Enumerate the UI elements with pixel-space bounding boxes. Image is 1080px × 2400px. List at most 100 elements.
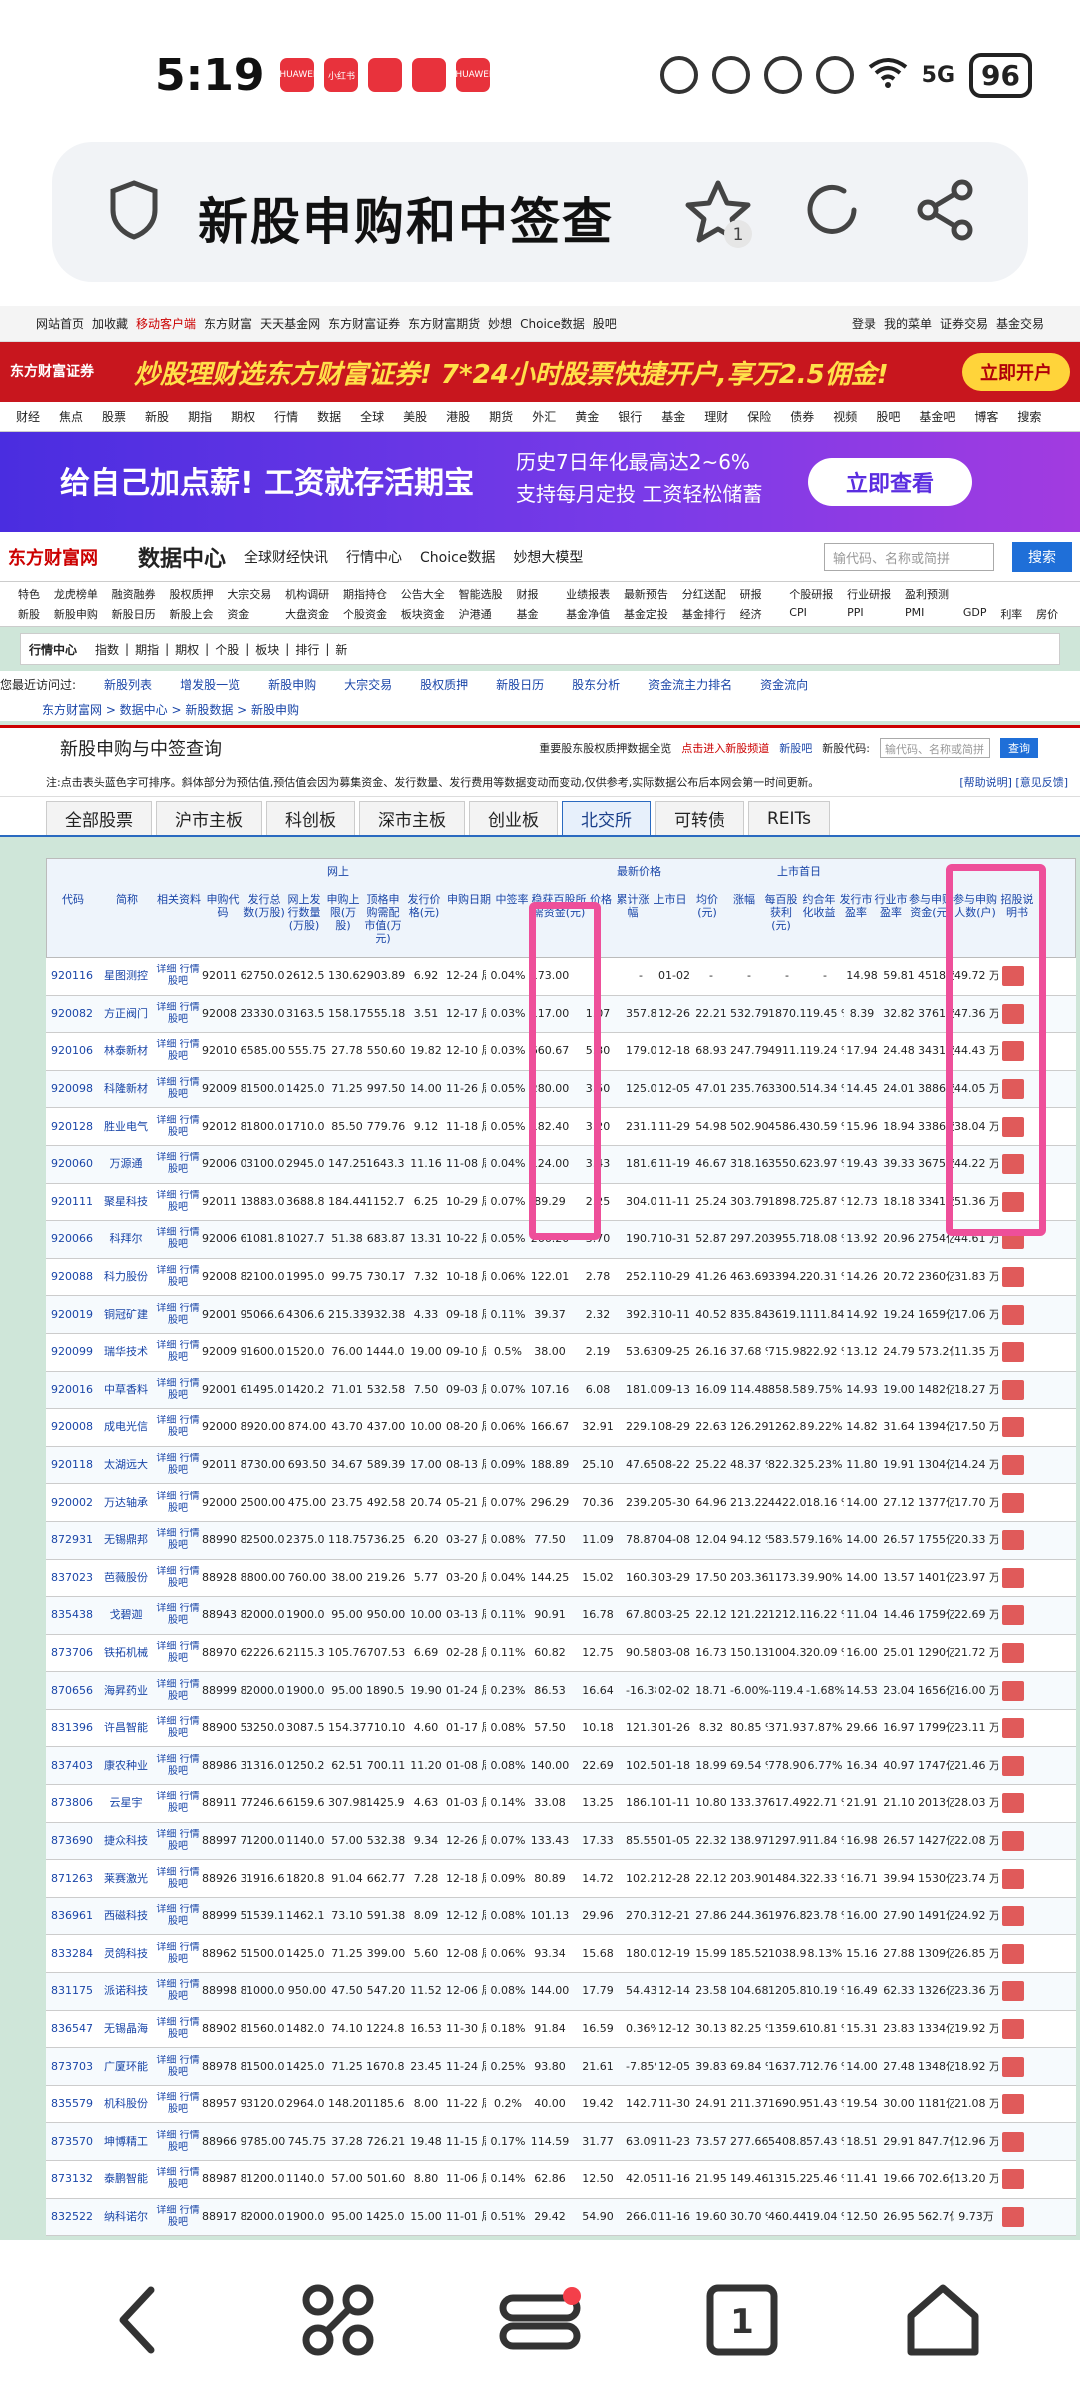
ipo-forum-link[interactable]: 新股吧 bbox=[779, 740, 812, 756]
category-link[interactable]: 机构调研 bbox=[285, 586, 333, 602]
table-row[interactable]: 835438戈碧迦详细 行情 股吧88943 82000.0 01900.0 0… bbox=[46, 1597, 1076, 1635]
tab-5[interactable]: 北交所 bbox=[562, 801, 651, 835]
stock-code-link[interactable]: 920128 bbox=[46, 1121, 98, 1133]
menu-item[interactable]: 外汇 bbox=[532, 408, 556, 425]
stock-name-link[interactable]: 瑞华技术 bbox=[98, 1346, 154, 1358]
table-row[interactable]: 873806云星宇详细 行情 股吧88911 77246.6 76159.6 7… bbox=[46, 1785, 1076, 1823]
prospectus-pdf-icon[interactable] bbox=[1002, 1530, 1024, 1551]
home-button[interactable] bbox=[888, 2265, 998, 2375]
category-link[interactable]: 期指持仓 bbox=[343, 586, 391, 602]
stock-name-link[interactable]: 无锡晶海 bbox=[98, 2023, 154, 2035]
stock-code-link[interactable]: 873132 bbox=[46, 2173, 98, 2185]
stock-detail-links[interactable]: 详细 行情 股吧 bbox=[154, 1227, 202, 1251]
menu-item[interactable]: 股吧 bbox=[876, 408, 900, 425]
prospectus-pdf-icon[interactable] bbox=[1002, 1605, 1024, 1626]
bookmark-star-icon[interactable]: 1 bbox=[684, 178, 756, 254]
stock-code-link[interactable]: 920016 bbox=[46, 1384, 98, 1396]
table-row[interactable]: 872931无锡鼎邦详细 行情 股吧88990 82500.0 02375.0 … bbox=[46, 1521, 1076, 1560]
breadcrumb[interactable]: 东方财富网 > 数据中心 > 新股数据 > 新股申购 bbox=[0, 697, 1080, 721]
column-header[interactable]: 行业市盈率 bbox=[873, 893, 909, 919]
menu-item[interactable]: 股票 bbox=[102, 408, 126, 425]
category-link[interactable] bbox=[552, 606, 556, 622]
category-link[interactable]: 大宗交易 bbox=[227, 586, 275, 602]
ipo-channel-link[interactable]: 点击进入新股频道 bbox=[681, 740, 769, 756]
nav-choice[interactable]: Choice数据 bbox=[520, 315, 585, 332]
menu-item[interactable]: 新股 bbox=[145, 408, 169, 425]
stock-name-link[interactable]: 星图测控 bbox=[98, 970, 154, 982]
stock-detail-links[interactable]: 详细 行情 股吧 bbox=[154, 2092, 202, 2116]
stock-name-link[interactable]: 戈碧迦 bbox=[98, 1609, 154, 1621]
query-button[interactable]: 查询 bbox=[1000, 737, 1038, 758]
table-row[interactable]: 873570 坤博精工 详细 行情 股吧 88966 9 785.00 745.75 37.… bbox=[46, 2123, 1076, 2161]
stock-code-link[interactable]: 920116 bbox=[46, 970, 98, 982]
share-icon[interactable] bbox=[914, 178, 978, 246]
prospectus-pdf-icon[interactable] bbox=[1002, 2056, 1024, 2077]
category-link[interactable]: 基金 bbox=[516, 606, 542, 622]
category-link[interactable]: 研报 bbox=[740, 586, 766, 602]
menu-button[interactable] bbox=[485, 2265, 595, 2375]
category-link[interactable]: 基金定投 bbox=[624, 606, 672, 622]
stock-name-link[interactable]: 云星宇 bbox=[98, 1797, 154, 1809]
category-link[interactable]: 新股日历 bbox=[112, 606, 160, 622]
category-link[interactable] bbox=[775, 606, 779, 622]
global-news-link[interactable]: 全球财经快讯 bbox=[244, 547, 328, 567]
category-link[interactable]: 新股申购 bbox=[54, 606, 102, 622]
menu-item[interactable]: 银行 bbox=[618, 408, 642, 425]
category-link[interactable]: 行业研报 bbox=[847, 586, 895, 602]
menu-item[interactable]: 焦点 bbox=[59, 408, 83, 425]
category-link[interactable] bbox=[552, 586, 556, 602]
table-row[interactable]: 837023 芭薇股份 详细 行情 股吧 88928 8 800.00 760.00 38.… bbox=[46, 1559, 1076, 1598]
column-header[interactable]: 发行价格(元) bbox=[403, 893, 445, 919]
table-row[interactable]: 920088科力股份详细 行情 股吧92008 82100.0 01995.0 … bbox=[46, 1258, 1076, 1297]
menu-item[interactable]: 债券 bbox=[790, 408, 814, 425]
prospectus-pdf-icon[interactable] bbox=[1002, 1567, 1024, 1588]
stock-name-link[interactable]: 芭薇股份 bbox=[98, 1572, 154, 1584]
stock-name-link[interactable]: 方正阀门 bbox=[98, 1008, 154, 1020]
stock-detail-links[interactable]: 详细 行情 股吧 bbox=[154, 1152, 202, 1176]
category-link[interactable]: 经济 bbox=[740, 606, 766, 622]
column-header[interactable]: 顶格申购需配市值(万元) bbox=[363, 893, 403, 945]
menu-item[interactable]: 基金 bbox=[661, 408, 685, 425]
menu-item[interactable]: 数据 bbox=[317, 408, 341, 425]
stock-code-link[interactable]: 873570 bbox=[46, 2136, 98, 2148]
nav-my-menu[interactable]: 我的菜单 bbox=[884, 315, 932, 332]
stock-name-link[interactable]: 纳科诺尔 bbox=[98, 2211, 154, 2223]
stock-detail-links[interactable]: 详细 行情 股吧 bbox=[154, 1566, 202, 1590]
column-header[interactable]: 申购代码 bbox=[203, 893, 243, 919]
stock-detail-links[interactable]: 详细 行情 股吧 bbox=[154, 2017, 202, 2041]
stock-code-link[interactable]: 837023 bbox=[46, 1572, 98, 1584]
menu-item[interactable]: 基金吧 bbox=[919, 408, 955, 425]
column-header[interactable]: 每百股获利(元) bbox=[763, 893, 799, 932]
menu-item[interactable]: 搜索 bbox=[1017, 408, 1041, 425]
pledge-data-link[interactable]: 重要股东股权质押数据全览 bbox=[539, 740, 671, 756]
stock-detail-links[interactable]: 详细 行情 股吧 bbox=[154, 1002, 202, 1026]
prospectus-pdf-icon[interactable] bbox=[1002, 1342, 1024, 1363]
table-row[interactable]: 920016中草香料详细 行情 股吧92001 61495.0 01420.2 … bbox=[46, 1371, 1076, 1410]
tab-7[interactable]: REITs bbox=[748, 801, 830, 835]
nav-trade[interactable]: 证券交易 bbox=[940, 315, 988, 332]
stock-code-link[interactable]: 873806 bbox=[46, 1797, 98, 1809]
recent-link[interactable]: 大宗交易 bbox=[344, 676, 392, 693]
prospectus-pdf-icon[interactable] bbox=[1002, 1868, 1024, 1889]
prospectus-pdf-icon[interactable] bbox=[1002, 1680, 1024, 1701]
table-row[interactable]: 870656海昇药业详细 行情 股吧88999 82000.0 01900.0 … bbox=[46, 1672, 1076, 1710]
tab-2[interactable]: 科创板 bbox=[266, 801, 355, 835]
stock-name-link[interactable]: 海昇药业 bbox=[98, 1685, 154, 1697]
column-header[interactable]: 均价(元) bbox=[689, 893, 725, 919]
category-link[interactable]: 业绩报表 bbox=[566, 586, 614, 602]
column-header[interactable]: 申购日期 bbox=[445, 893, 493, 906]
stock-name-link[interactable]: 派诺科技 bbox=[98, 1985, 154, 1997]
recent-link[interactable]: 新股列表 bbox=[104, 676, 152, 693]
recent-link[interactable]: 资金流向 bbox=[760, 676, 808, 693]
prospectus-pdf-icon[interactable] bbox=[1002, 1642, 1024, 1663]
prospectus-pdf-icon[interactable] bbox=[1002, 1943, 1024, 1964]
stock-name-link[interactable]: 科隆新材 bbox=[98, 1083, 154, 1095]
stock-detail-links[interactable]: 详细 行情 股吧 bbox=[154, 1979, 202, 2003]
nav-eastmoney[interactable]: 东方财富 bbox=[204, 315, 252, 332]
table-row[interactable]: 873132泰鹏智能详细 行情 股吧88987 81200.0 01140.0 … bbox=[46, 2161, 1076, 2199]
quick-ranking[interactable]: 排行 bbox=[295, 641, 319, 658]
table-row[interactable]: 832522纳科诺尔详细 行情 股吧88917 82000.0 01900.0 … bbox=[46, 2198, 1076, 2237]
back-button[interactable] bbox=[82, 2265, 192, 2375]
recent-link[interactable]: 股权质押 bbox=[420, 676, 468, 693]
stock-name-link[interactable]: 广厦环能 bbox=[98, 2061, 154, 2073]
